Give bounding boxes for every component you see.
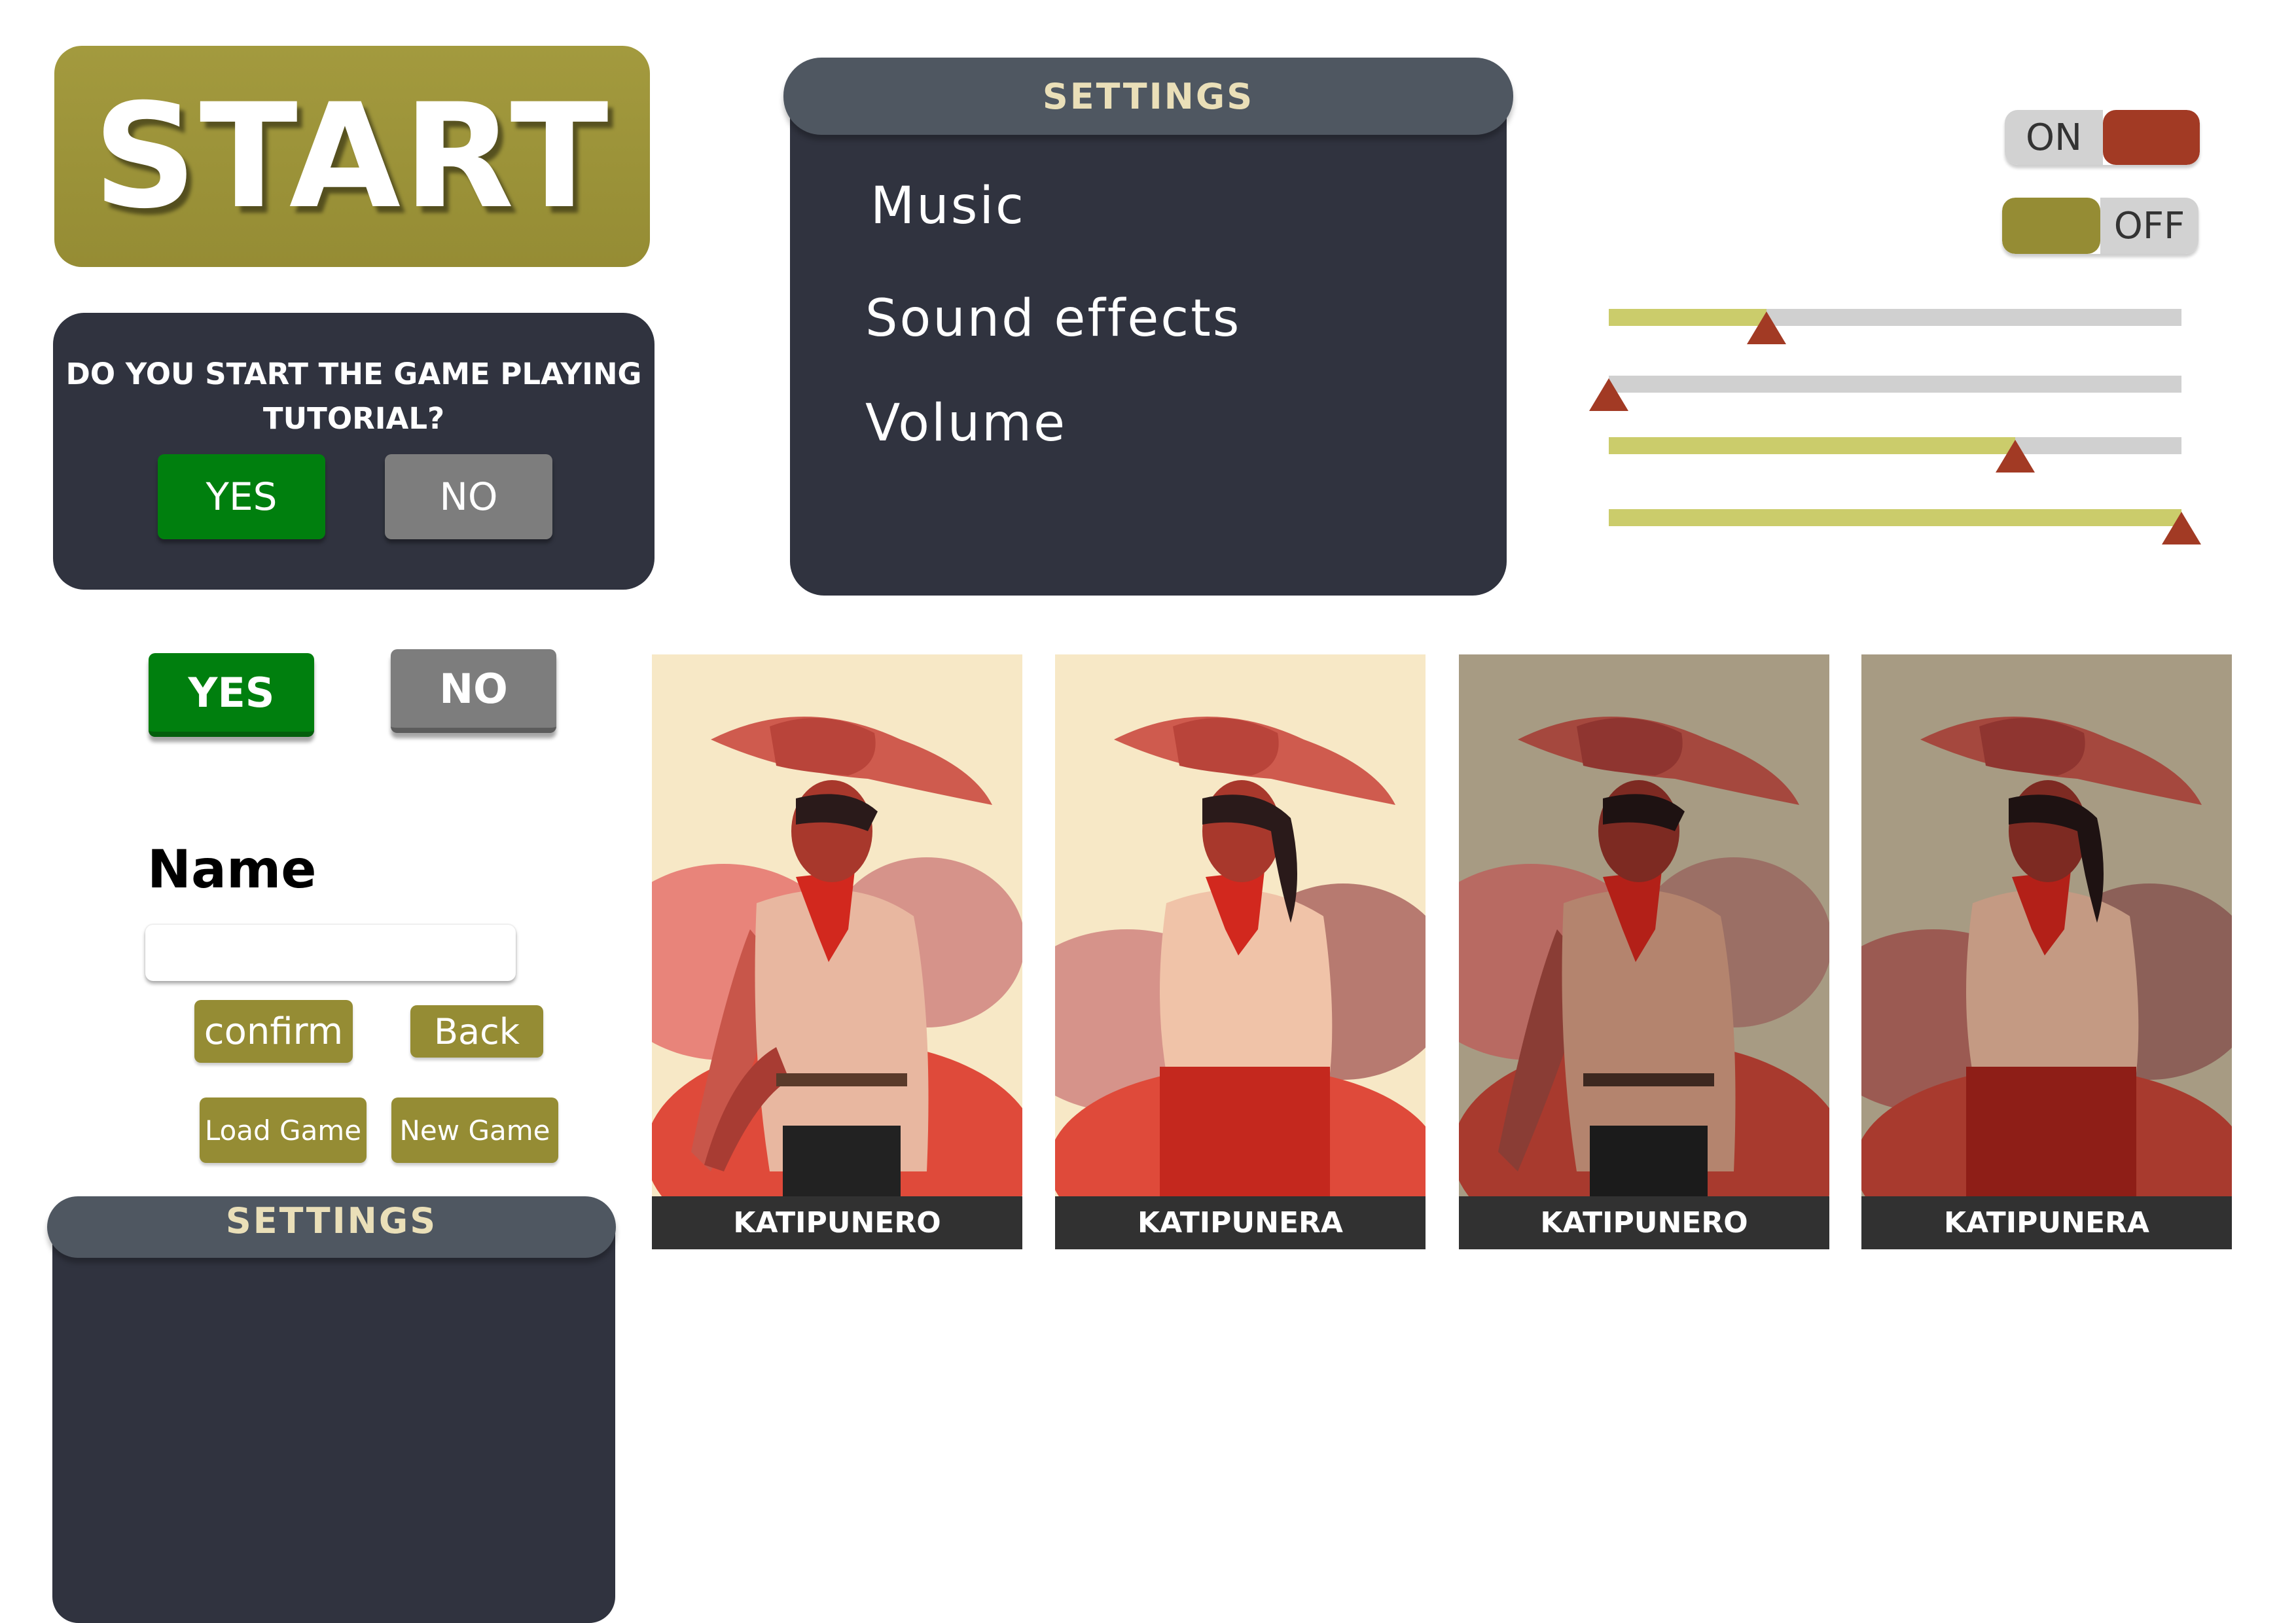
- toggle-on-knob: [2103, 110, 2200, 165]
- settings-item-sound-effects[interactable]: Sound effects: [865, 289, 1241, 348]
- slider-4-thumb[interactable]: [2162, 512, 2201, 544]
- settings-item-music[interactable]: Music: [870, 177, 1026, 236]
- settings-item-volume[interactable]: Volume: [865, 394, 1067, 453]
- name-input[interactable]: [145, 925, 516, 981]
- slider-3-thumb[interactable]: [1996, 440, 2036, 473]
- yes-button[interactable]: YES: [149, 653, 314, 737]
- tutorial-no-button[interactable]: NO: [385, 454, 552, 539]
- character-name: KATIPUNERA: [1055, 1196, 1426, 1249]
- character-card-katipunera-muted[interactable]: KATIPUNERA: [1861, 654, 2232, 1249]
- slider-3-fill: [1609, 437, 2016, 454]
- katipunero-muted-portrait: [1459, 654, 1829, 1196]
- tutorial-yes-button[interactable]: YES: [158, 454, 325, 539]
- character-card-katipunero[interactable]: KATIPUNERO: [652, 654, 1022, 1249]
- slider-1-fill: [1609, 309, 1767, 326]
- settings-title: SETTINGS: [783, 58, 1513, 135]
- katipunero-portrait: [652, 654, 1022, 1196]
- slider-1-thumb[interactable]: [1746, 312, 1786, 344]
- slider-2[interactable]: [1589, 376, 2181, 411]
- confirm-button[interactable]: confirm: [194, 1000, 353, 1063]
- name-label: Name: [147, 839, 317, 900]
- toggle-on-label: ON: [2005, 110, 2103, 165]
- slider-4-fill: [1609, 509, 2181, 526]
- toggle-off-label: OFF: [2100, 198, 2198, 254]
- character-name: KATIPUNERA: [1861, 1196, 2232, 1249]
- slider-2-thumb[interactable]: [1589, 378, 1628, 411]
- character-card-katipunera[interactable]: KATIPUNERA: [1055, 654, 1426, 1249]
- character-card-katipunero-muted[interactable]: KATIPUNERO: [1459, 654, 1829, 1249]
- new-game-button[interactable]: New Game: [391, 1097, 558, 1163]
- slider-1[interactable]: [1609, 309, 2181, 344]
- character-name: KATIPUNERO: [652, 1196, 1022, 1249]
- slider-3[interactable]: [1609, 437, 2181, 473]
- tutorial-dialog: DO YOU START THE GAME PLAYING TUTORIAL? …: [53, 313, 655, 590]
- toggle-on[interactable]: ON: [2005, 110, 2200, 165]
- back-button[interactable]: Back: [410, 1005, 543, 1058]
- tutorial-question: DO YOU START THE GAME PLAYING TUTORIAL?: [65, 357, 642, 436]
- load-game-button[interactable]: Load Game: [200, 1097, 367, 1163]
- no-button[interactable]: NO: [391, 649, 556, 733]
- katipunera-muted-portrait: [1861, 654, 2232, 1196]
- character-name: KATIPUNERO: [1459, 1196, 1829, 1249]
- start-button[interactable]: START: [54, 46, 650, 267]
- slider-4[interactable]: [1609, 509, 2201, 544]
- settings-small-title: SETTINGS: [47, 1196, 616, 1258]
- toggle-off[interactable]: OFF: [2002, 198, 2198, 254]
- toggle-off-knob: [2002, 198, 2100, 254]
- settings-panel-small: [52, 1204, 615, 1623]
- katipunera-portrait: [1055, 654, 1426, 1196]
